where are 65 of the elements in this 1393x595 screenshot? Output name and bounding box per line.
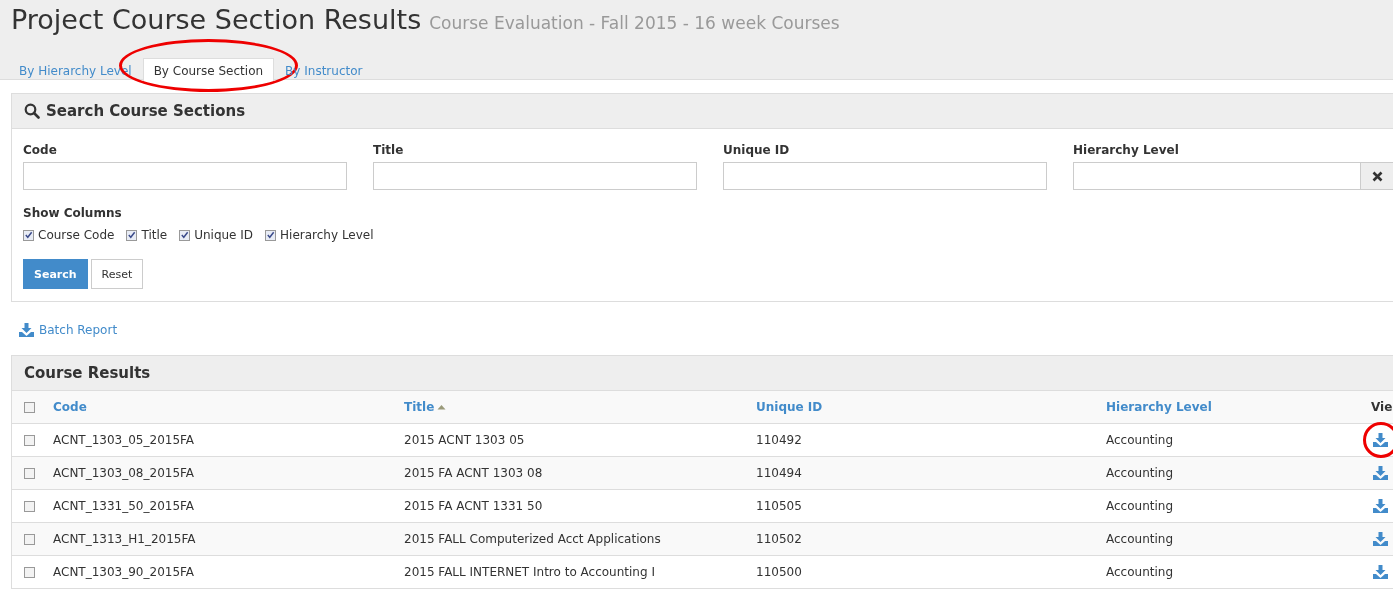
table-cell-text: 2015 FA ACNT 1303 08 <box>404 466 544 480</box>
checkbox-label: Course Code <box>38 228 115 242</box>
checkbox[interactable] <box>23 229 34 241</box>
table-cell-text: 110494 <box>756 466 803 480</box>
column-header[interactable]: Hierarchy Level <box>1106 400 1212 414</box>
column-header: Vie <box>1371 400 1393 414</box>
search-icon <box>24 103 40 119</box>
checkbox[interactable] <box>24 533 35 545</box>
checkbox-label: Title <box>141 228 168 242</box>
checkbox[interactable] <box>179 229 191 241</box>
table-cell-text: 2015 FALL INTERNET Intro to Accounting I <box>404 565 656 579</box>
table-cell-text: 110500 <box>756 565 803 579</box>
table-cell-text: Accounting <box>1106 466 1174 480</box>
panel-title: Course Results <box>24 364 151 382</box>
checkbox[interactable] <box>24 467 35 479</box>
download-icon[interactable] <box>1373 499 1388 513</box>
table-cell-text: ACNT_1303_05_2015FA <box>53 433 196 447</box>
field-label: Unique ID <box>723 143 791 157</box>
table-cell-text: ACNT_1313_H1_2015FA <box>53 532 197 546</box>
batch-report-link[interactable]: Batch Report <box>39 322 118 337</box>
table-cell-text: 2015 FALL Computerized Acct Applications <box>404 532 662 546</box>
checkbox[interactable] <box>126 229 138 241</box>
search-button[interactable]: Search <box>23 259 88 289</box>
tab[interactable]: By Course Section <box>142 58 275 84</box>
input-field[interactable] <box>1073 162 1361 190</box>
input-field[interactable] <box>723 162 1047 190</box>
checkbox-label: Unique ID <box>194 228 254 242</box>
table-cell-text: 2015 ACNT 1303 05 <box>404 433 526 447</box>
field-label: Code <box>23 143 58 157</box>
table-cell-text: 2015 FA ACNT 1331 50 <box>404 499 544 513</box>
panel-title: Search Course Sections <box>46 102 246 120</box>
table-cell-text: Accounting <box>1106 433 1174 447</box>
section-label: Show Columns <box>23 206 123 220</box>
column-header[interactable]: Unique ID <box>756 400 823 414</box>
column-header[interactable]: Title <box>404 400 435 414</box>
checkbox[interactable] <box>24 566 35 578</box>
table-cell-text: ACNT_1331_50_2015FA <box>53 499 196 513</box>
download-icon[interactable] <box>1373 466 1388 480</box>
table-cell-text: 110502 <box>756 532 803 546</box>
download-icon[interactable] <box>1373 433 1388 447</box>
table-cell-text: ACNT_1303_90_2015FA <box>53 565 196 579</box>
download-icon[interactable] <box>1373 565 1388 579</box>
field-label: Title <box>373 143 405 157</box>
table-cell-text: Accounting <box>1106 532 1174 546</box>
field-label: Hierarchy Level <box>1073 143 1180 157</box>
input-field[interactable] <box>23 162 347 190</box>
close-icon <box>1372 170 1383 182</box>
download-icon[interactable] <box>1373 532 1388 546</box>
checkbox[interactable] <box>265 229 277 241</box>
table-cell-text: 110492 <box>756 433 803 447</box>
table-cell-text: Accounting <box>1106 565 1174 579</box>
column-header[interactable]: Code <box>53 400 87 414</box>
table-cell-text: Accounting <box>1106 499 1174 513</box>
input-field[interactable] <box>373 162 697 190</box>
page-subtitle: Course Evaluation - Fall 2015 - 16 week Courses <box>429 13 840 33</box>
checkbox[interactable] <box>24 434 35 446</box>
page-title: Project Course Section Results <box>11 4 422 35</box>
checkbox[interactable] <box>24 500 35 512</box>
checkbox-label: Hierarchy Level <box>280 228 374 242</box>
reset-button[interactable]: Reset <box>90 259 144 289</box>
table-cell-text: 110505 <box>756 499 803 513</box>
download-icon <box>19 322 34 337</box>
select-all-checkbox[interactable] <box>24 401 35 413</box>
clear-button[interactable] <box>1361 162 1393 190</box>
table-cell-text: ACNT_1303_08_2015FA <box>53 466 196 480</box>
